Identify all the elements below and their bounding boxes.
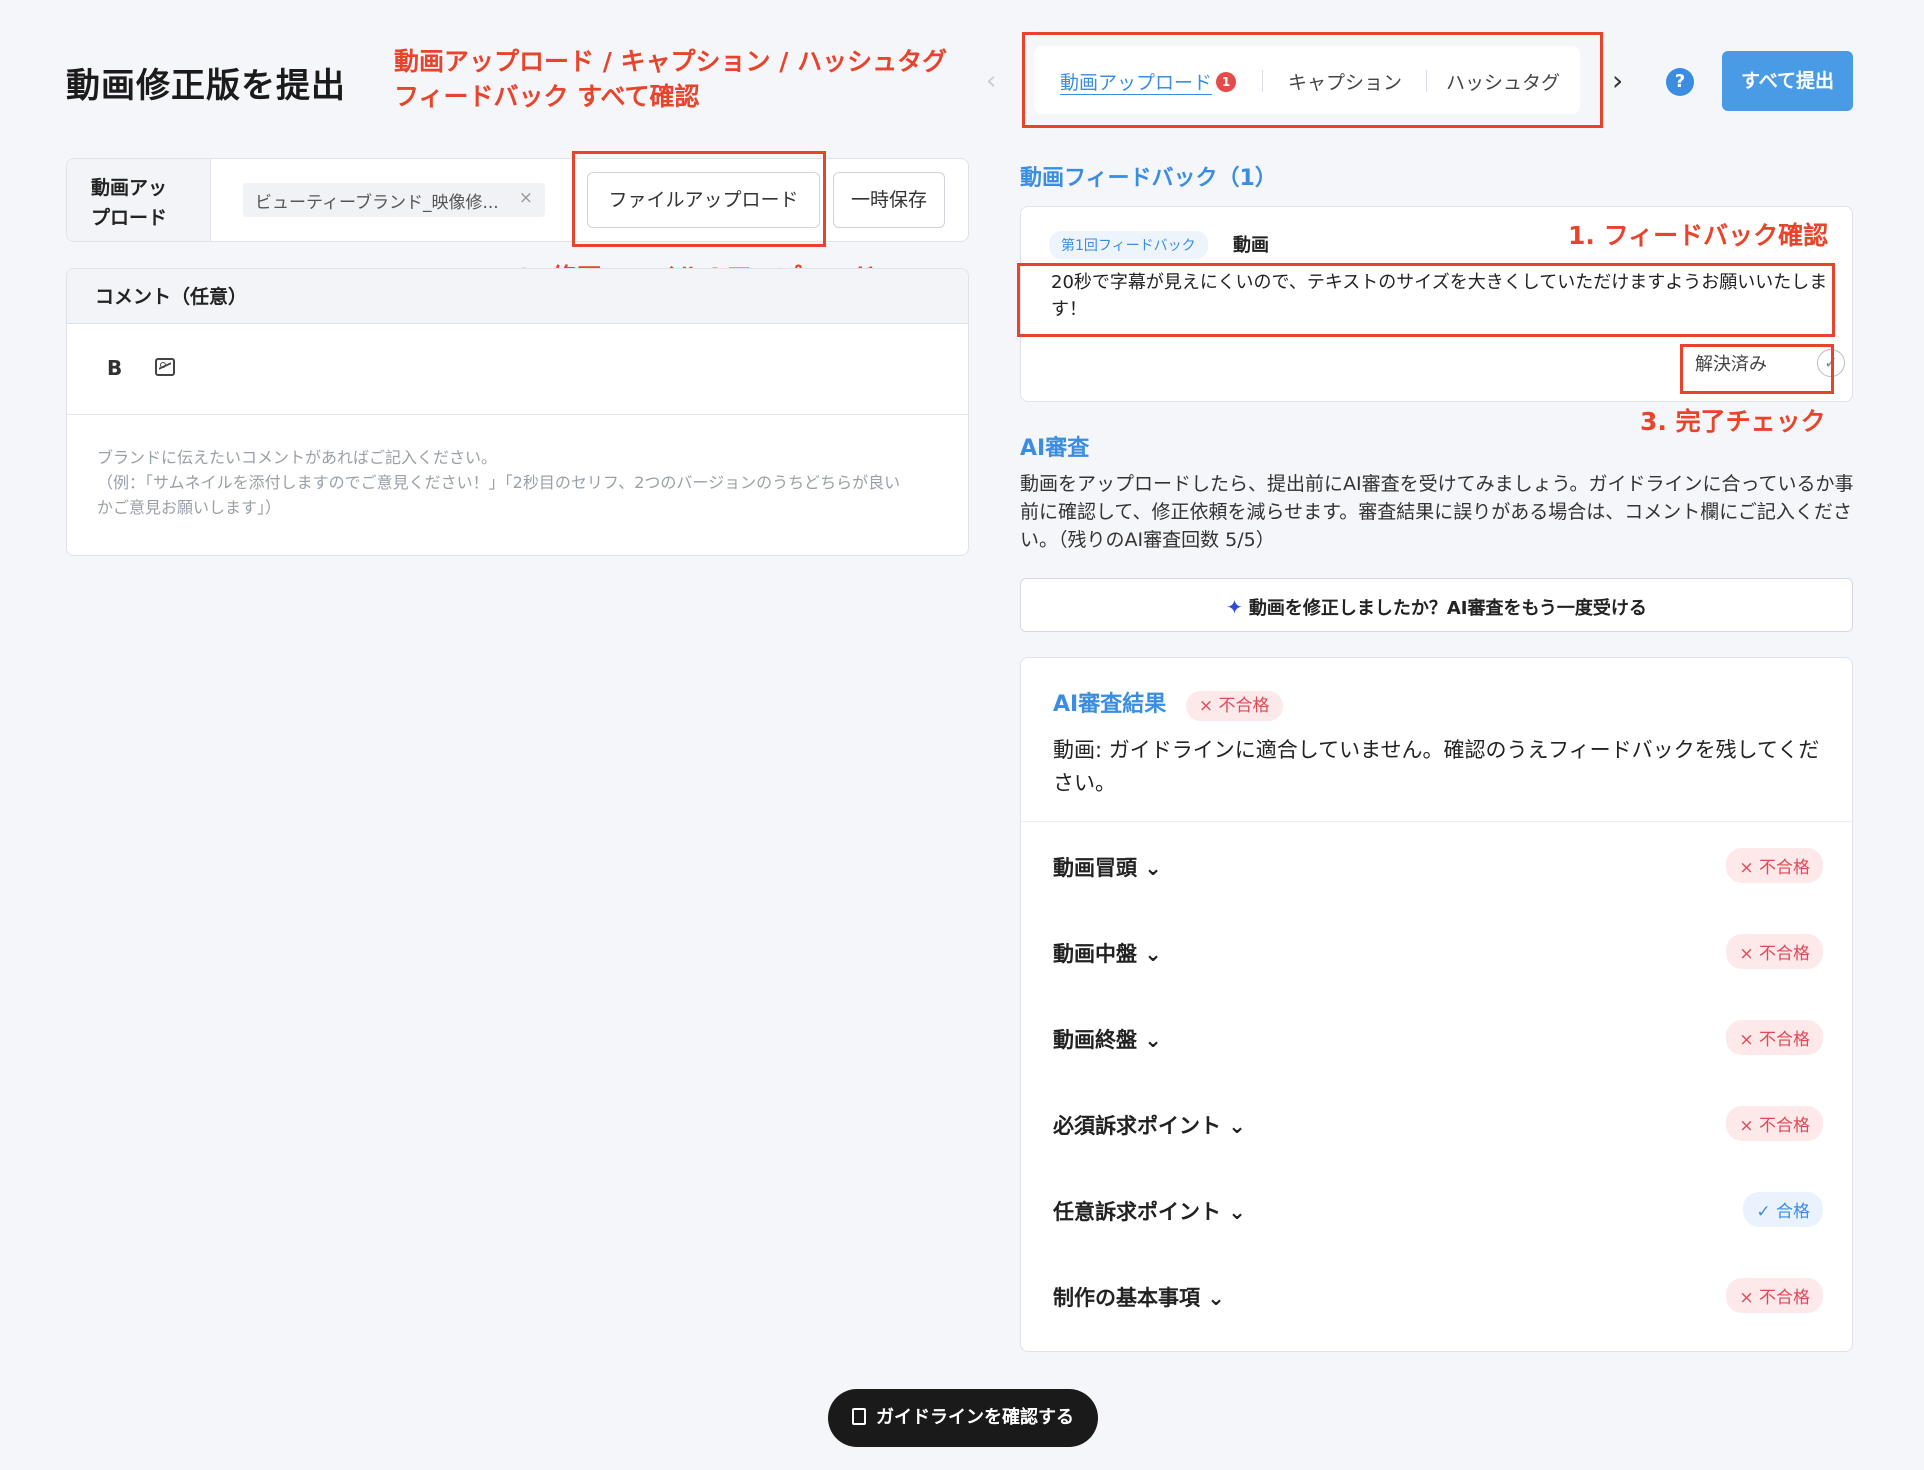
result-row-label: 必須訴求ポイント ⌄: [1053, 1114, 1246, 1138]
result-row-required-points[interactable]: 必須訴求ポイント ⌄ × 不合格: [1053, 1104, 1823, 1144]
overall-status-badge: × 不合格: [1185, 691, 1283, 721]
guideline-button[interactable]: ガイドラインを確認する: [828, 1389, 1098, 1447]
uploaded-file-chip: ビューティーブランド_映像修... ×: [243, 183, 545, 217]
feedback-kind: 動画: [1233, 235, 1269, 256]
page-title: 動画修正版を提出: [66, 66, 346, 106]
status-badge: × 不合格: [1726, 1278, 1823, 1313]
tabs-next-chevron-icon[interactable]: ›: [1612, 64, 1623, 97]
comment-placeholder-line1: ブランドに伝えたいコメントがあればご記入ください。: [97, 448, 498, 467]
submit-all-button[interactable]: すべて提出: [1722, 51, 1853, 111]
remove-file-icon[interactable]: ×: [519, 188, 533, 208]
comment-input[interactable]: ブランドに伝えたいコメントがあればご記入ください。 （例：「サムネイルを添付しま…: [67, 415, 968, 520]
ai-review-description: 動画をアップロードしたら、提出前にAI審査を受けてみましょう。ガイドラインに合っ…: [1020, 473, 1854, 551]
video-upload-label-line1: 動画アッ: [91, 177, 168, 199]
image-insert-icon[interactable]: [155, 358, 175, 376]
ai-result-title-text: AI審査結果: [1053, 692, 1167, 717]
ai-review-retry-button[interactable]: ✦ 動画を修正しましたか？AI審査をもう一度受ける: [1020, 578, 1853, 632]
result-row-ending[interactable]: 動画終盤 ⌄ × 不合格: [1053, 1018, 1823, 1058]
annotation-done-box: [1680, 344, 1834, 394]
bold-button[interactable]: B: [107, 356, 122, 380]
annotation-done-note: 3. 完了チェック: [1640, 407, 1826, 436]
video-upload-row: 動画アッ プロード ビューティーブランド_映像修... × ファイルアップロード…: [66, 158, 969, 242]
ai-review-section-title: AI審査: [1020, 436, 1090, 461]
result-row-label: 動画中盤 ⌄: [1053, 942, 1162, 966]
ai-result-card: AI審査結果 × 不合格 動画: ガイドラインに適合していません。確認のうえフィ…: [1020, 657, 1853, 1352]
video-upload-label: 動画アッ プロード: [67, 159, 211, 241]
comment-placeholder-line3: かご意見お願いします」）: [97, 498, 282, 517]
feedback-section-title: 動画フィードバック（1）: [1020, 166, 1277, 191]
feedback-round-tag: 第1回フィードバック: [1049, 231, 1208, 259]
ai-result-summary: 動画: ガイドラインに適合していません。確認のうえフィードバックを残してください…: [1053, 738, 1820, 795]
result-row-label: 任意訴求ポイント ⌄: [1053, 1200, 1246, 1224]
video-upload-label-line2: プロード: [91, 207, 168, 229]
annotation-tabs-box: [1022, 32, 1603, 128]
annotation-feedback-box: [1017, 263, 1835, 337]
status-badge: × 不合格: [1726, 848, 1823, 883]
annotation-upload-box: [572, 151, 826, 247]
comment-header: コメント（任意）: [67, 269, 968, 324]
comment-toolbar: B: [67, 324, 968, 415]
comment-placeholder-line2: （例：「サムネイルを添付しますのでご意見ください！」「2秒目のセリフ、2つのバー…: [97, 473, 901, 492]
result-row-label: 動画冒頭 ⌄: [1053, 856, 1162, 880]
annotation-feedback-note: 1. フィードバック確認: [1568, 221, 1829, 250]
save-draft-button[interactable]: 一時保存: [833, 172, 945, 228]
status-badge: ✓ 合格: [1743, 1192, 1823, 1227]
guideline-button-label: ガイドラインを確認する: [876, 1407, 1074, 1428]
sparkle-icon: ✦: [1226, 595, 1243, 619]
status-badge: × 不合格: [1726, 1020, 1823, 1055]
annotation-tabs-note: 動画アップロード / キャプション / ハッシュタグ フィードバック すべて確認: [394, 44, 947, 114]
result-row-label: 制作の基本事項 ⌄: [1053, 1286, 1225, 1310]
document-icon: [852, 1408, 866, 1425]
result-row-opening[interactable]: 動画冒頭 ⌄ × 不合格: [1053, 846, 1823, 886]
result-row-label: 動画終盤 ⌄: [1053, 1028, 1162, 1052]
uploaded-file-name: ビューティーブランド_映像修...: [255, 193, 499, 213]
ai-review-retry-label: 動画を修正しましたか？AI審査をもう一度受ける: [1248, 598, 1647, 619]
annotation-tabs-line1: 動画アップロード / キャプション / ハッシュタグ: [394, 47, 948, 76]
result-row-basics[interactable]: 制作の基本事項 ⌄ × 不合格: [1053, 1276, 1823, 1316]
comment-box: コメント（任意） B ブランドに伝えたいコメントがあればご記入ください。 （例：…: [66, 268, 969, 556]
result-row-middle[interactable]: 動画中盤 ⌄ × 不合格: [1053, 932, 1823, 972]
result-row-optional-points[interactable]: 任意訴求ポイント ⌄ ✓ 合格: [1053, 1190, 1823, 1230]
tabs-prev-chevron-icon[interactable]: ‹: [986, 66, 996, 96]
help-icon[interactable]: ?: [1666, 68, 1694, 96]
status-badge: × 不合格: [1726, 934, 1823, 969]
ai-result-title: AI審査結果 × 不合格: [1053, 686, 1283, 721]
divider: [1021, 821, 1852, 822]
annotation-tabs-line2: フィードバック すべて確認: [394, 82, 700, 111]
status-badge: × 不合格: [1726, 1106, 1823, 1141]
